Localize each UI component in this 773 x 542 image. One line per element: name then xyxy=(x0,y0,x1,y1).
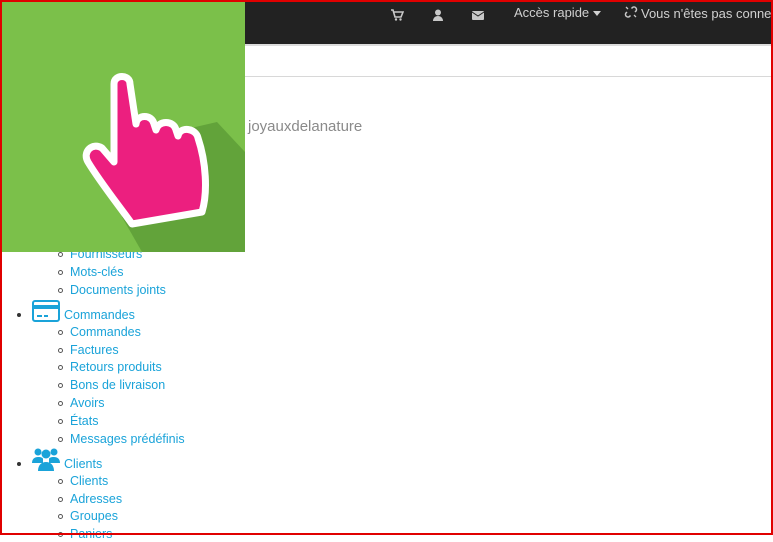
menu-item-tags[interactable]: Mots-clés xyxy=(57,264,123,280)
list-bullet xyxy=(17,313,21,317)
credit-card-icon xyxy=(32,300,60,327)
menu-item-groups[interactable]: Groupes xyxy=(58,508,118,524)
menu-item-delivery-slips[interactable]: Bons de livraison xyxy=(57,377,165,393)
menu-section-orders[interactable]: Commandes xyxy=(64,307,135,323)
menu-section-customers[interactable]: Clients xyxy=(64,456,102,472)
menu-item-order-messages[interactable]: Messages prédéfinis xyxy=(58,431,185,447)
menu-item-carts[interactable]: Paniers xyxy=(57,526,112,542)
menu-item-addresses[interactable]: Adresses xyxy=(57,491,122,507)
users-icon xyxy=(32,446,60,477)
menu-item-customers[interactable]: Clients xyxy=(57,473,108,489)
menu-item-orders[interactable]: Commandes xyxy=(58,324,141,340)
menu-item-attachments[interactable]: Documents joints xyxy=(58,282,166,298)
pointer-overlay xyxy=(2,2,245,252)
menu-item-credit-slips[interactable]: Avoirs xyxy=(58,395,105,411)
menu-item-returns[interactable]: Retours produits xyxy=(58,359,162,375)
list-bullet xyxy=(17,462,21,466)
menu-item-invoices[interactable]: Factures xyxy=(58,342,119,358)
menu-item-statuses[interactable]: États xyxy=(58,413,99,429)
pointing-hand-icon xyxy=(82,73,245,252)
